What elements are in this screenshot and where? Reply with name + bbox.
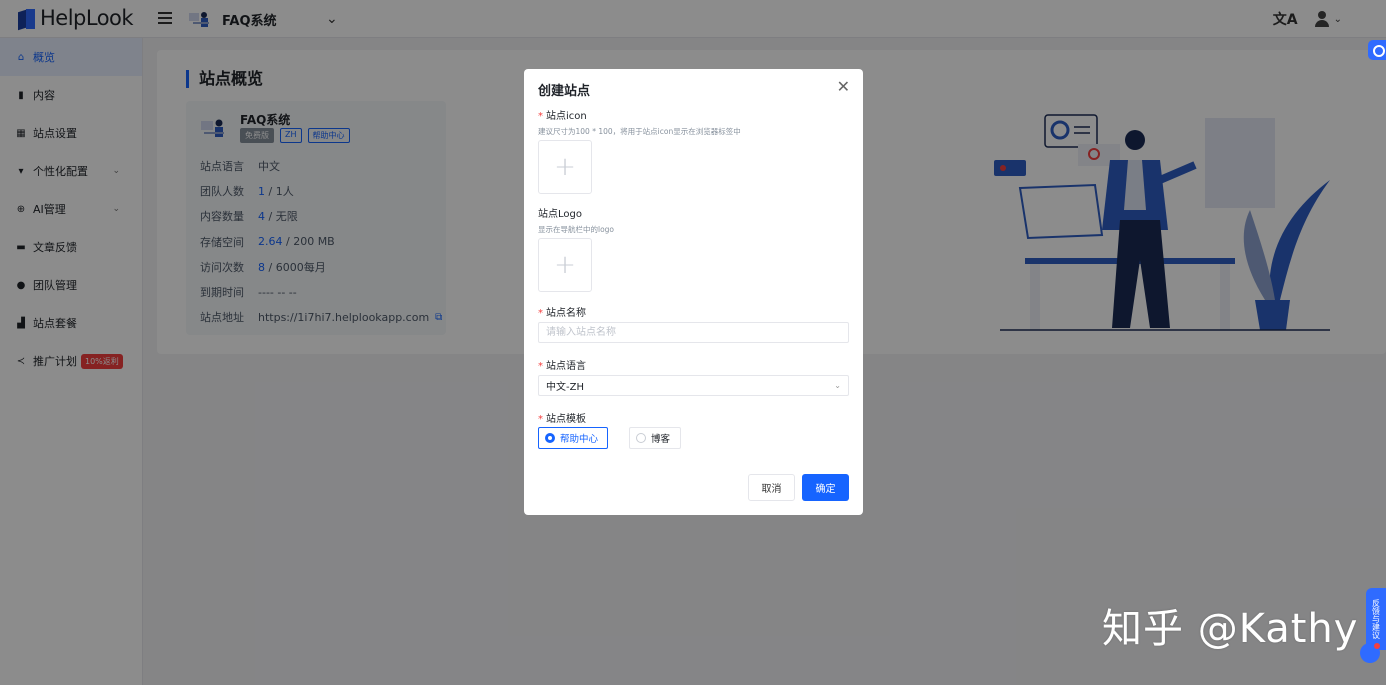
site-logo-label: 站点Logo — [538, 209, 582, 220]
close-icon[interactable]: ✕ — [837, 77, 850, 96]
site-name-label-text: 站点名称 — [546, 308, 586, 319]
site-name-input[interactable] — [538, 322, 849, 343]
template-option-label: 帮助中心 — [560, 434, 599, 445]
floating-help-icon[interactable] — [1368, 40, 1386, 60]
site-icon-label-text: 站点icon — [546, 111, 587, 122]
site-name-label: * 站点名称 — [538, 308, 586, 319]
site-logo-upload[interactable]: + — [538, 238, 592, 292]
site-language-select[interactable]: 中文-ZH ⌄ — [538, 375, 849, 396]
site-icon-label: * 站点icon — [538, 111, 587, 122]
dialog-title: 创建站点 — [538, 84, 591, 99]
watermark: 知乎 @Kathy — [1102, 606, 1359, 652]
site-logo-hint: 显示在导航栏中的logo — [538, 225, 615, 234]
feedback-tab[interactable]: 反馈与建议 — [1366, 588, 1386, 650]
site-icon-hint: 建议尺寸为100 * 100，将用于站点icon显示在浏览器标签中 — [538, 127, 741, 136]
site-language-value: 中文-ZH — [546, 382, 584, 393]
chevron-down-icon: ⌄ — [834, 381, 841, 390]
confirm-button[interactable]: 确定 — [802, 474, 849, 501]
radio-checked-icon — [545, 433, 555, 443]
site-icon-upload[interactable]: + — [538, 140, 592, 194]
create-site-dialog: 创建站点 ✕ * 站点icon 建议尺寸为100 * 100，将用于站点icon显… — [524, 69, 863, 515]
site-template-label: * 站点模板 — [538, 414, 586, 425]
cancel-button[interactable]: 取消 — [748, 474, 795, 501]
plus-icon: + — [554, 152, 576, 182]
template-option-blog[interactable]: 博客 — [629, 427, 681, 449]
template-option-label: 博客 — [651, 434, 671, 445]
site-template-label-text: 站点模板 — [546, 414, 586, 425]
site-language-label: * 站点语言 — [538, 361, 586, 372]
radio-unchecked-icon — [636, 433, 646, 443]
template-option-help-center[interactable]: 帮助中心 — [538, 427, 608, 449]
site-language-label-text: 站点语言 — [546, 361, 586, 372]
chat-icon[interactable] — [1360, 643, 1380, 663]
plus-icon: + — [554, 250, 576, 280]
